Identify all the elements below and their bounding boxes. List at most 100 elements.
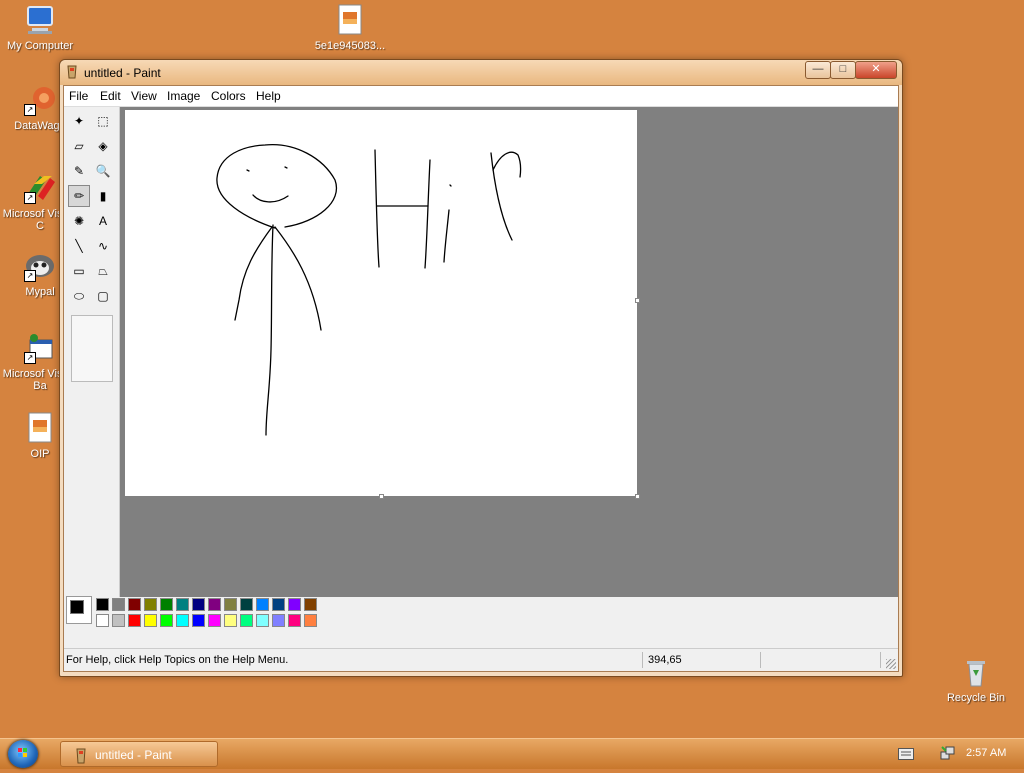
- color-swatch[interactable]: [224, 598, 237, 611]
- toolbox: ✦ ⬚ ▱ ◈ ✎ 🔍 ✏ ▮ ✺ A ╲ ∿ ▭ ⏢ ⬭ ▢: [64, 107, 120, 597]
- menu-help[interactable]: Help: [256, 89, 281, 103]
- rect-select-icon[interactable]: ⬚: [92, 110, 114, 132]
- taskbar: untitled - Paint 2:57 AM: [0, 738, 1024, 769]
- shortcut-arrow-icon: ↗: [24, 352, 36, 364]
- window-title: untitled - Paint: [84, 66, 161, 80]
- canvas-resize-handle[interactable]: [635, 298, 640, 303]
- airbrush-icon[interactable]: ✺: [68, 210, 90, 232]
- color-palette: [64, 598, 898, 638]
- visual-c-icon: ↗: [24, 172, 56, 204]
- keyboard-icon[interactable]: [898, 748, 914, 763]
- eraser-icon[interactable]: ▱: [68, 135, 90, 157]
- color-swatch[interactable]: [288, 614, 301, 627]
- visual-basic-icon: ↗: [24, 332, 56, 364]
- color-swatch[interactable]: [160, 614, 173, 627]
- minimize-button[interactable]: —: [805, 61, 831, 79]
- color-swatch[interactable]: [128, 614, 141, 627]
- desktop-icon-label: Recycle Bin: [946, 692, 1006, 704]
- paint-window: untitled - Paint — □ ✕ File Edit View Im…: [59, 59, 903, 677]
- foreground-color-swatch[interactable]: [70, 600, 84, 614]
- status-coordinates: 394,65: [648, 654, 682, 666]
- menu-bar: File Edit View Image Colors Help: [64, 86, 898, 107]
- window-titlebar[interactable]: untitled - Paint — □ ✕: [60, 60, 902, 85]
- color-swatch[interactable]: [304, 614, 317, 627]
- canvas-resize-handle[interactable]: [379, 494, 384, 499]
- canvas-workspace: [120, 107, 898, 597]
- color-swatch[interactable]: [96, 598, 109, 611]
- color-swatch[interactable]: [256, 598, 269, 611]
- tool-options-box[interactable]: [71, 315, 113, 382]
- shortcut-arrow-icon: ↗: [24, 192, 36, 204]
- color-swatch[interactable]: [96, 614, 109, 627]
- window-client: File Edit View Image Colors Help ✦ ⬚ ▱ ◈ ✎ 🔍 ✏…: [63, 85, 899, 672]
- color-swatch[interactable]: [112, 598, 125, 611]
- menu-image[interactable]: Image: [167, 89, 200, 103]
- shortcut-arrow-icon: ↗: [24, 104, 36, 116]
- taskbar-button-paint[interactable]: untitled - Paint: [60, 741, 218, 767]
- status-separator: [880, 652, 881, 668]
- menu-file[interactable]: File: [69, 89, 88, 103]
- current-colors[interactable]: [66, 596, 92, 624]
- color-swatch[interactable]: [224, 614, 237, 627]
- color-swatch[interactable]: [176, 614, 189, 627]
- color-swatch[interactable]: [240, 614, 253, 627]
- color-swatch[interactable]: [160, 598, 173, 611]
- canvas-resize-handle[interactable]: [635, 494, 640, 499]
- color-swatch[interactable]: [272, 614, 285, 627]
- datawagon-icon: ↗: [24, 84, 56, 116]
- pencil-icon[interactable]: ✏: [68, 185, 90, 207]
- desktop-icon-label: 5e1e945083...: [314, 40, 386, 52]
- brush-icon[interactable]: ▮: [92, 185, 114, 207]
- image-file-icon: [334, 4, 366, 36]
- rounded-rect-icon[interactable]: ▢: [92, 285, 114, 307]
- desktop-icon-my-computer[interactable]: My Computer: [0, 4, 80, 52]
- color-picker-icon[interactable]: ✎: [68, 160, 90, 182]
- desktop-icon-label: My Computer: [6, 40, 74, 52]
- color-swatch[interactable]: [176, 598, 189, 611]
- windows-logo-icon: [18, 748, 27, 757]
- line-icon[interactable]: ╲: [68, 235, 90, 257]
- network-icon[interactable]: [940, 745, 956, 764]
- start-button[interactable]: [8, 740, 38, 768]
- color-swatch[interactable]: [208, 598, 221, 611]
- status-separator: [760, 652, 761, 668]
- rectangle-icon[interactable]: ▭: [68, 260, 90, 282]
- shortcut-arrow-icon: ↗: [24, 270, 36, 282]
- clock[interactable]: 2:57 AM: [966, 747, 1006, 759]
- desktop-icon-recycle-bin[interactable]: Recycle Bin: [936, 656, 1016, 704]
- color-swatch[interactable]: [144, 598, 157, 611]
- color-swatch[interactable]: [272, 598, 285, 611]
- mypal-browser-icon: ↗: [24, 250, 56, 282]
- color-swatch[interactable]: [256, 614, 269, 627]
- curve-icon[interactable]: ∿: [92, 235, 114, 257]
- close-button[interactable]: ✕: [855, 61, 897, 79]
- ellipse-icon[interactable]: ⬭: [68, 285, 90, 307]
- status-bar: For Help, click Help Topics on the Help …: [64, 648, 898, 671]
- polygon-icon[interactable]: ⏢: [92, 260, 114, 282]
- paint-app-icon: [66, 65, 78, 79]
- menu-view[interactable]: View: [131, 89, 157, 103]
- color-swatch[interactable]: [112, 614, 125, 627]
- color-swatch[interactable]: [208, 614, 221, 627]
- desktop-icon-image-file[interactable]: 5e1e945083...: [310, 4, 390, 52]
- computer-icon: [24, 4, 56, 36]
- text-icon[interactable]: A: [92, 210, 114, 232]
- color-swatch[interactable]: [128, 598, 141, 611]
- resize-grip-icon[interactable]: [886, 659, 896, 669]
- fill-bucket-icon[interactable]: ◈: [92, 135, 114, 157]
- free-form-select-icon[interactable]: ✦: [68, 110, 90, 132]
- color-swatch[interactable]: [304, 598, 317, 611]
- menu-edit[interactable]: Edit: [100, 89, 121, 103]
- paint-app-icon: [75, 747, 87, 773]
- image-file-icon: [24, 412, 56, 444]
- color-swatch[interactable]: [144, 614, 157, 627]
- color-swatch[interactable]: [288, 598, 301, 611]
- drawing-canvas[interactable]: [125, 110, 640, 499]
- color-swatch[interactable]: [192, 614, 205, 627]
- color-swatch[interactable]: [240, 598, 253, 611]
- menu-colors[interactable]: Colors: [211, 89, 246, 103]
- status-help-text: For Help, click Help Topics on the Help …: [66, 654, 289, 666]
- magnifier-icon[interactable]: 🔍: [92, 160, 114, 182]
- color-swatch[interactable]: [192, 598, 205, 611]
- maximize-button[interactable]: □: [830, 61, 856, 79]
